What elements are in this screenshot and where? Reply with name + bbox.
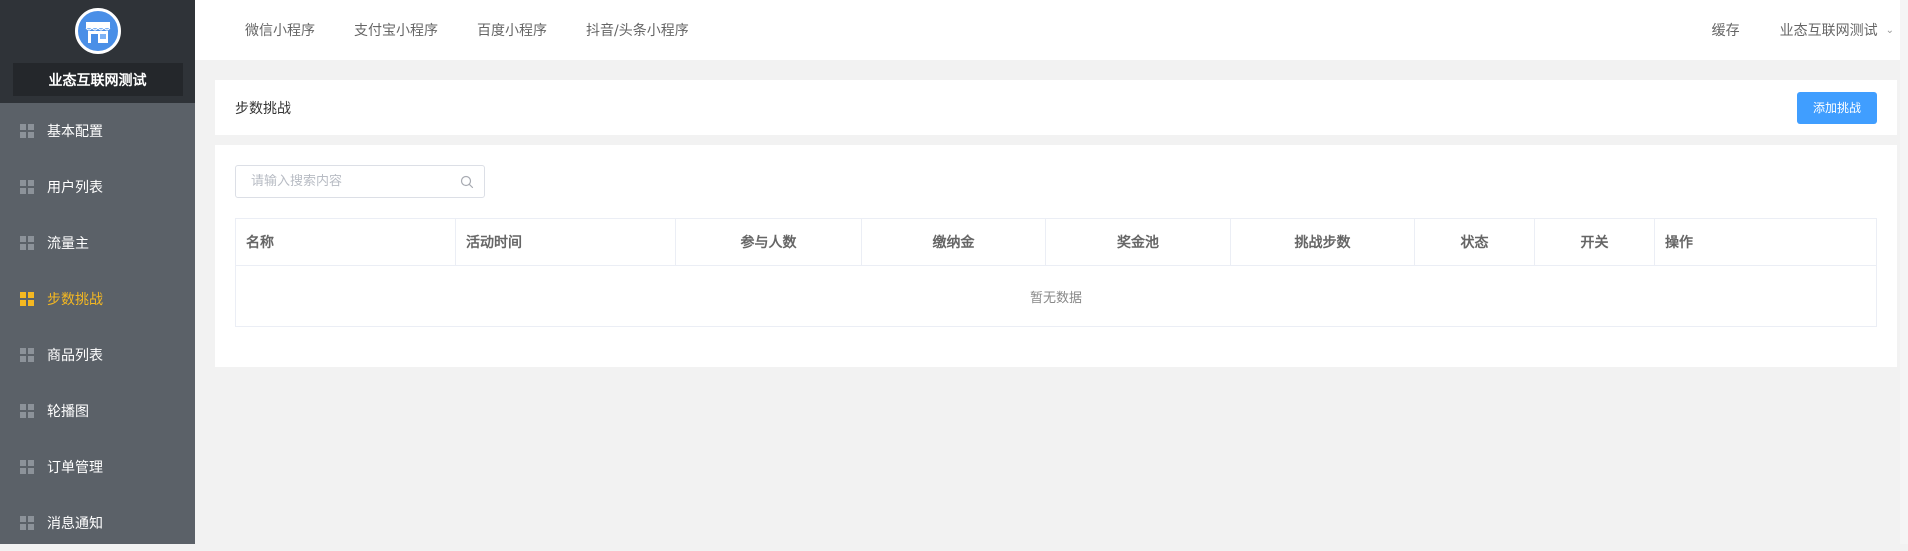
nav-douyin-miniprogram[interactable]: 抖音/头条小程序 [586,20,689,40]
column-header-switch: 开关 [1535,219,1655,265]
top-nav: 微信小程序 支付宝小程序 百度小程序 抖音/头条小程序 [245,20,728,40]
grid-icon [20,404,34,418]
sidebar-item-label: 用户列表 [47,180,103,196]
nav-baidu-miniprogram[interactable]: 百度小程序 [477,20,547,40]
column-header-steps: 挑战步数 [1231,219,1415,265]
grid-icon [20,124,34,138]
search-input[interactable] [251,174,460,189]
sidebar-item-basic-config[interactable]: 基本配置 [0,103,195,159]
table-header: 名称 活动时间 参与人数 缴纳金 奖金池 挑战步数 状态 开关 操作 [236,219,1876,266]
search-icon[interactable] [460,175,474,189]
brand-area: 业态互联网测试 [0,0,195,103]
grid-icon [20,348,34,362]
main-card: 名称 活动时间 参与人数 缴纳金 奖金池 挑战步数 状态 开关 操作 暂无数据 [215,145,1897,367]
chevron-down-icon: ⌄ [1885,24,1894,36]
column-header-status: 状态 [1415,219,1535,265]
sidebar-item-step-challenge[interactable]: 步数挑战 [0,271,195,327]
sidebar-item-label: 轮播图 [47,404,89,420]
sidebar-item-label: 基本配置 [47,124,103,140]
store-logo-icon [74,8,121,54]
search-box [235,165,485,198]
column-header-name: 名称 [236,219,456,265]
empty-state: 暂无数据 [1029,290,1082,306]
sidebar-item-product-list[interactable]: 商品列表 [0,327,195,383]
column-header-prize-pool: 奖金池 [1046,219,1231,265]
sidebar-item-label: 商品列表 [47,348,103,364]
grid-icon [20,516,34,530]
sidebar-item-traffic[interactable]: 流量主 [0,215,195,271]
column-header-participants: 参与人数 [676,219,862,265]
grid-icon [20,180,34,194]
user-name: 业态互联网测试 [1779,23,1878,39]
sidebar-menu: 基本配置 用户列表 流量主 步数挑战 商品列表 轮播图 订单管理 消息通知 [0,103,195,551]
add-challenge-button[interactable]: 添加挑战 [1797,91,1877,124]
sidebar-item-label: 消息通知 [47,516,103,532]
grid-icon [20,292,34,306]
sidebar: 业态互联网测试 基本配置 用户列表 流量主 步数挑战 商品列表 轮播图 订单管理… [0,0,195,544]
vertical-scrollbar[interactable] [1900,0,1908,544]
top-header: 微信小程序 支付宝小程序 百度小程序 抖音/头条小程序 缓存 业态互联网测试 ⌄ [195,0,1908,60]
sidebar-item-label: 订单管理 [47,460,103,476]
challenge-table: 名称 活动时间 参与人数 缴纳金 奖金池 挑战步数 状态 开关 操作 暂无数据 [235,218,1877,327]
header-right: 缓存 业态互联网测试 ⌄ [1712,20,1894,40]
column-header-actions: 操作 [1665,235,1693,251]
grid-icon [20,460,34,474]
sidebar-item-carousel[interactable]: 轮播图 [0,383,195,439]
brand-name: 业态互联网测试 [12,63,183,96]
sidebar-item-label: 步数挑战 [47,292,103,308]
sidebar-item-label: 流量主 [47,236,89,252]
sidebar-item-user-list[interactable]: 用户列表 [0,159,195,215]
user-menu[interactable]: 业态互联网测试 ⌄ [1780,20,1894,40]
page-header-card: 步数挑战 添加挑战 [215,80,1897,135]
nav-alipay-miniprogram[interactable]: 支付宝小程序 [354,20,438,40]
sidebar-item-orders[interactable]: 订单管理 [0,439,195,495]
column-header-activity-time: 活动时间 [456,219,676,265]
page-title: 步数挑战 [235,100,291,117]
cache-link[interactable]: 缓存 [1712,20,1740,40]
nav-wechat-miniprogram[interactable]: 微信小程序 [245,20,315,40]
grid-icon [20,236,34,250]
sidebar-item-notifications[interactable]: 消息通知 [0,495,195,551]
column-header-deposit: 缴纳金 [862,219,1046,265]
